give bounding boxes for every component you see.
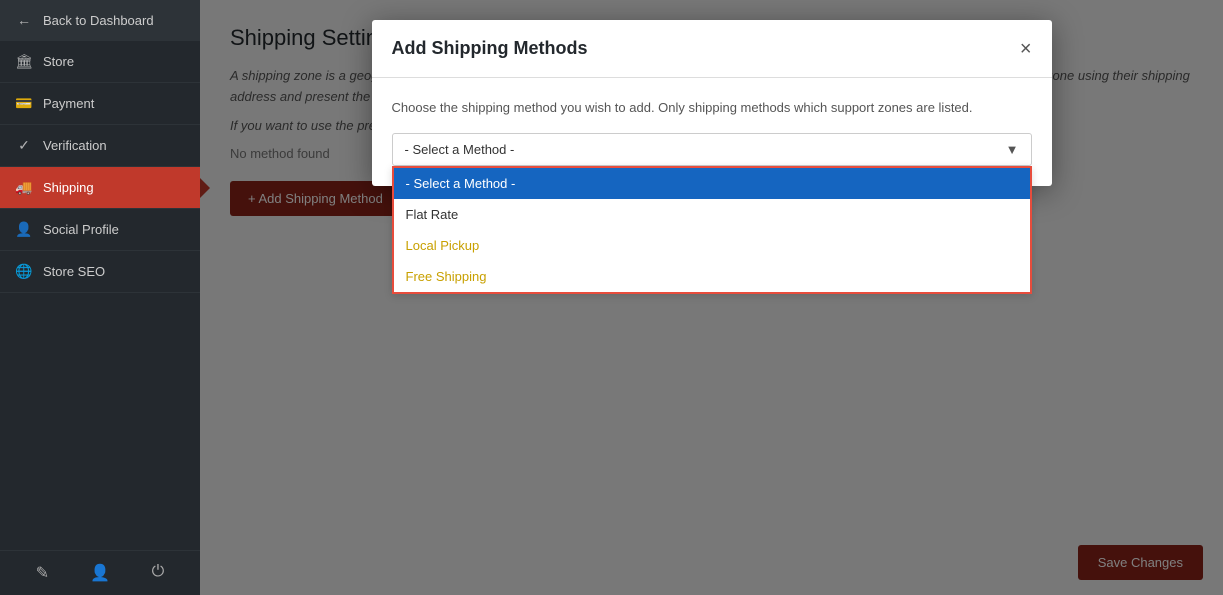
sidebar-item-store[interactable]: 🏛 Store (0, 41, 200, 83)
power-icon[interactable]: ⏻ (152, 563, 165, 583)
modal-body: Choose the shipping method you wish to a… (372, 78, 1052, 186)
dropdown-list: - Select a Method - Flat Rate Local Pick… (392, 166, 1032, 294)
modal-title: Add Shipping Methods (392, 38, 588, 59)
dropdown-item-local-pickup[interactable]: Local Pickup (394, 230, 1030, 261)
sidebar-item-back-to-dashboard[interactable]: ← Back to Dashboard (0, 0, 200, 41)
sidebar-item-label: Back to Dashboard (43, 13, 154, 28)
select-value: - Select a Method - (405, 142, 515, 157)
sidebar-item-label: Social Profile (43, 222, 119, 237)
edit-icon[interactable]: ✎ (36, 563, 49, 583)
sidebar-item-label: Shipping (43, 180, 94, 195)
user-icon[interactable]: 👤 (90, 563, 110, 583)
store-icon: 🏛 (15, 53, 33, 70)
back-arrow-icon: ← (15, 12, 33, 28)
sidebar-item-payment[interactable]: 💳 Payment (0, 83, 200, 125)
sidebar-item-label: Store (43, 54, 74, 69)
sidebar-item-shipping[interactable]: 🚚 Shipping (0, 167, 200, 209)
sidebar-item-verification[interactable]: ✓ Verification (0, 125, 200, 167)
seo-icon: 🌐 (15, 263, 33, 280)
dropdown-item-select-method[interactable]: - Select a Method - (394, 168, 1030, 199)
add-shipping-methods-modal: Add Shipping Methods × Choose the shippi… (372, 20, 1052, 186)
shipping-method-select-wrapper[interactable]: - Select a Method - ▼ - Select a Method … (392, 133, 1032, 166)
sidebar-item-label: Payment (43, 96, 94, 111)
modal-description: Choose the shipping method you wish to a… (392, 98, 1032, 118)
social-icon: 👤 (15, 221, 33, 238)
main-content: Shipping Settings → Visit Store A shippi… (200, 0, 1223, 595)
sidebar-item-store-seo[interactable]: 🌐 Store SEO (0, 251, 200, 293)
payment-icon: 💳 (15, 95, 33, 112)
dropdown-item-flat-rate[interactable]: Flat Rate (394, 199, 1030, 230)
shipping-method-select[interactable]: - Select a Method - ▼ (392, 133, 1032, 166)
dropdown-arrow-icon: ▼ (1006, 142, 1019, 157)
dropdown-item-free-shipping[interactable]: Free Shipping (394, 261, 1030, 292)
sidebar-item-label: Verification (43, 138, 107, 153)
modal-close-button[interactable]: × (1020, 39, 1032, 59)
check-icon: ✓ (15, 137, 33, 154)
modal-header: Add Shipping Methods × (372, 20, 1052, 78)
sidebar-item-label: Store SEO (43, 264, 105, 279)
modal-overlay: Add Shipping Methods × Choose the shippi… (200, 0, 1223, 595)
sidebar-bottom-icons: ✎ 👤 ⏻ (0, 550, 200, 595)
sidebar-item-social-profile[interactable]: 👤 Social Profile (0, 209, 200, 251)
shipping-icon: 🚚 (15, 179, 33, 196)
sidebar: ← Back to Dashboard 🏛 Store 💳 Payment ✓ … (0, 0, 200, 595)
